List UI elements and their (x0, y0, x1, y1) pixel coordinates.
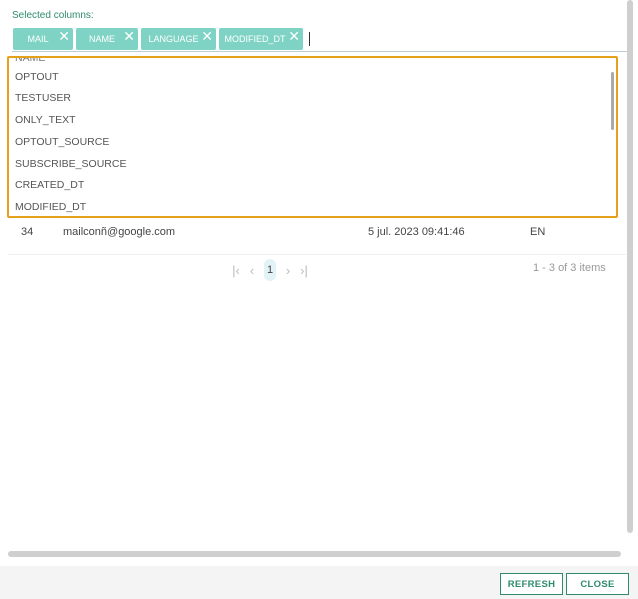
dropdown-option[interactable]: CREATED_DT (15, 179, 84, 191)
cell-mail: mailconñ@google.com (63, 226, 176, 238)
chip-label: MAIL (27, 34, 49, 44)
cell-modified: 5 jul. 2023 09:41:46 (368, 226, 465, 238)
chips-input-underline (12, 51, 627, 52)
pagination-count: 1 - 3 of 3 items (533, 262, 606, 274)
cell-id: 34 (21, 226, 34, 238)
chip-name[interactable]: NAME ✕ (76, 28, 138, 50)
selected-columns-label: Selected columns: (12, 10, 94, 21)
first-page-icon[interactable]: |‹ (228, 263, 244, 278)
remove-chip-language-icon[interactable]: ✕ (201, 28, 213, 44)
prev-page-icon[interactable]: ‹ (244, 263, 260, 278)
chip-label: LANGUAGE (148, 34, 199, 44)
close-button[interactable]: CLOSE (566, 573, 629, 595)
table-row[interactable]: 34 mailconñ@google.com 5 jul. 2023 09:41… (8, 222, 626, 255)
dropdown-option-partial[interactable]: NAME (15, 58, 45, 64)
chip-modified-dt[interactable]: MODIFIED_DT ✕ (219, 28, 303, 50)
horizontal-scrollbar[interactable] (8, 551, 621, 557)
last-page-icon[interactable]: ›| (296, 263, 312, 278)
pagination: |‹ ‹ 1 › ›| (228, 259, 312, 281)
selected-columns-chips: MAIL ✕ NAME ✕ LANGUAGE ✕ MODIFIED_DT ✕ (13, 28, 310, 50)
remove-chip-mail-icon[interactable]: ✕ (58, 28, 70, 44)
cell-language: EN (530, 226, 546, 238)
column-options-dropdown[interactable]: NAME OPTOUT TESTUSER ONLY_TEXT OPTOUT_SO… (7, 56, 618, 218)
text-caret (309, 32, 310, 46)
vertical-scrollbar[interactable] (627, 0, 633, 533)
remove-chip-name-icon[interactable]: ✕ (123, 28, 135, 44)
chip-label: NAME (88, 34, 115, 44)
page-button-current[interactable]: 1 (264, 259, 276, 281)
dropdown-option[interactable]: OPTOUT (15, 71, 59, 83)
dropdown-option[interactable]: OPTOUT_SOURCE (15, 136, 109, 148)
chip-label: MODIFIED_DT (224, 34, 286, 44)
dropdown-option[interactable]: ONLY_TEXT (15, 114, 76, 126)
chip-mail[interactable]: MAIL ✕ (13, 28, 73, 50)
dropdown-scrollbar[interactable] (611, 72, 614, 130)
dropdown-option[interactable]: MODIFIED_DT (15, 201, 86, 213)
chip-language[interactable]: LANGUAGE ✕ (141, 28, 216, 50)
remove-chip-modified-dt-icon[interactable]: ✕ (288, 28, 300, 44)
dropdown-option[interactable]: SUBSCRIBE_SOURCE (15, 158, 126, 170)
dropdown-option[interactable]: TESTUSER (15, 92, 71, 104)
refresh-button[interactable]: REFRESH (500, 573, 563, 595)
next-page-icon[interactable]: › (280, 263, 296, 278)
